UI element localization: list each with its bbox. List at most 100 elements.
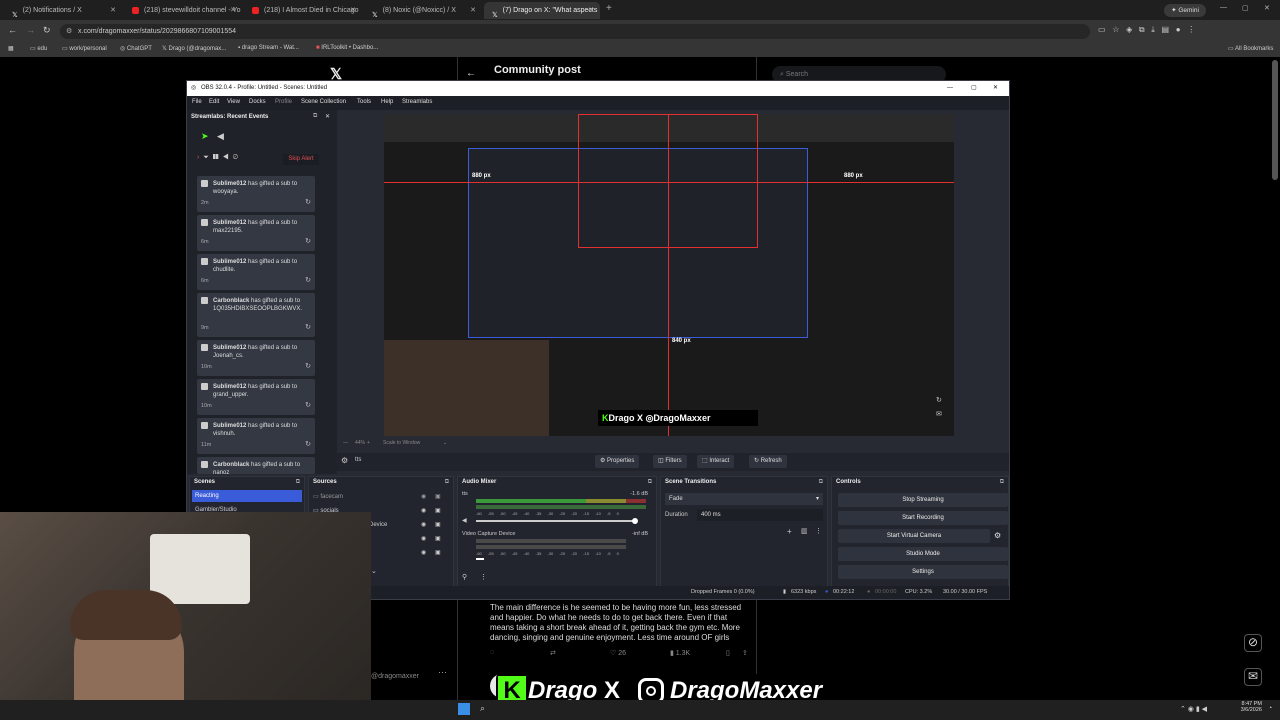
menu-view[interactable]: View <box>227 99 240 105</box>
star-icon[interactable]: ☆ <box>1112 25 1119 34</box>
start-virtual-camera-button[interactable]: Start Virtual Camera <box>838 529 990 543</box>
scale-mode-select[interactable]: Scale to Window <box>383 440 420 446</box>
more-icon[interactable]: ⋮ <box>815 527 822 535</box>
scene-item-selected[interactable]: Reacting <box>192 490 302 502</box>
add-icon[interactable]: + <box>787 527 792 536</box>
mute-icon[interactable]: ◀ <box>222 154 228 161</box>
interact-button[interactable]: ⬚ Interact <box>697 455 735 468</box>
menu-docks[interactable]: Docks <box>249 99 266 105</box>
all-bookmarks[interactable]: ▭ All Bookmarks <box>1228 45 1273 52</box>
mail-icon[interactable]: ✉ <box>936 410 942 418</box>
close-tab-icon[interactable]: ✕ <box>470 2 476 19</box>
browser-tab-active[interactable]: 𝕏(7) Drago on X: "What aspects ✕ <box>484 2 600 19</box>
refresh-icon[interactable]: ↻ <box>936 396 942 404</box>
send-icon[interactable]: ➤ <box>201 131 209 142</box>
bookmark-icon[interactable]: ▯ <box>726 649 730 657</box>
grok-icon[interactable]: ⊘ <box>1244 634 1262 652</box>
transition-select[interactable]: Fade ▾ <box>665 493 823 505</box>
eye-icon[interactable]: ◉ <box>421 548 426 559</box>
replay-icon[interactable]: ↻ <box>305 440 311 448</box>
more-icon[interactable]: ··· <box>438 667 447 677</box>
bookmark-link[interactable]: ▪ drago Stream - Wat... <box>238 45 299 51</box>
browser-tab[interactable]: 𝕏(2) Notifications / X ✕ <box>4 2 122 19</box>
speaker-icon[interactable]: ◀ <box>462 517 467 524</box>
close-tab-icon[interactable]: ✕ <box>588 2 594 19</box>
dock-float-icon[interactable]: ⧉ <box>296 479 300 486</box>
extension-icon[interactable]: ◈ <box>1126 25 1132 34</box>
dock-float-icon[interactable]: ⧉ <box>819 479 823 486</box>
bookmark-folder[interactable]: ▭ edu <box>30 45 47 52</box>
maximize-button[interactable]: ▢ <box>971 81 977 96</box>
lock-icon[interactable]: ▣ <box>435 534 441 545</box>
properties-button[interactable]: ⚙ Properties <box>595 455 640 468</box>
source-item[interactable]: ▭ facecam ◉ ▣ <box>313 492 447 503</box>
eye-icon[interactable]: ◉ <box>421 520 426 531</box>
volume-slider-handle[interactable] <box>632 518 638 524</box>
close-tab-icon[interactable]: ✕ <box>230 2 236 19</box>
zoom-level[interactable]: 44% <box>355 440 365 446</box>
apps-icon[interactable]: ▦ <box>8 45 14 52</box>
chevron-down-icon[interactable]: ⌄ <box>443 440 447 446</box>
minimize-button[interactable]: — <box>947 81 953 96</box>
block-icon[interactable]: ⊘ <box>233 154 238 161</box>
dock-float-icon[interactable]: ⧉ <box>445 479 449 486</box>
reply-icon[interactable]: ◌ <box>490 649 494 656</box>
gemini-button[interactable]: ✦ Gemini <box>1164 4 1206 17</box>
search-icon[interactable]: ⌕ <box>480 703 485 714</box>
eye-icon[interactable]: ◉ <box>421 492 426 503</box>
like-icon[interactable]: ♡ 26 <box>610 649 626 657</box>
replay-icon[interactable]: ↻ <box>305 323 311 331</box>
url-bar[interactable]: ⚙ x.com/dragomaxxer/status/20298668071090… <box>60 24 1090 39</box>
obs-preview[interactable]: 880 px 880 px 840 px KDrago X ◎DragoMaxx… <box>384 114 954 436</box>
browser-tab[interactable]: (218) I Almost Died in Chicago ✕ <box>244 2 362 19</box>
dock-close-icon[interactable]: ✕ <box>325 113 330 120</box>
replay-icon[interactable]: ↻ <box>305 276 311 284</box>
dock-float-icon[interactable]: ⧉ <box>313 113 317 120</box>
clock[interactable]: 8:47 PM 3/6/2026 <box>1236 701 1262 713</box>
more-icon[interactable]: ⋮ <box>480 573 487 581</box>
retweet-icon[interactable]: ⇄ <box>550 649 556 657</box>
site-info-icon[interactable]: ⚙ <box>66 24 72 39</box>
menu-icon[interactable]: ⋮ <box>1187 25 1195 34</box>
volume-slider[interactable] <box>476 520 636 522</box>
browser-tab[interactable]: 𝕏(8) Noxic (@Noxicc) / X ✕ <box>364 2 482 19</box>
menu-tools[interactable]: Tools <box>357 99 371 105</box>
sidebar-icon[interactable]: ▤ <box>1162 25 1170 34</box>
replay-icon[interactable]: ↻ <box>305 198 311 206</box>
browser-tab[interactable]: (218) stevewilldoit channel - Yo ✕ <box>124 2 242 19</box>
lock-icon[interactable]: ▣ <box>435 520 441 531</box>
share-icon[interactable]: ⇪ <box>742 649 748 657</box>
bookmark-folder[interactable]: ▭ work/personal <box>62 45 107 52</box>
link-icon[interactable]: ⚲ <box>462 573 467 581</box>
scrollbar[interactable] <box>1272 60 1278 180</box>
filters-button[interactable]: ◫ Filters <box>653 455 687 468</box>
puzzle-icon[interactable]: ⧉ <box>1139 25 1145 34</box>
menu-profile[interactable]: Profile <box>275 99 292 105</box>
forward-arrow-icon[interactable]: → <box>26 25 35 35</box>
volume-slider[interactable] <box>476 558 484 560</box>
skip-alert-button[interactable]: Skip Alert <box>283 154 319 165</box>
notification-icon[interactable]: ◔ <box>1268 705 1272 712</box>
bookmark-link[interactable]: ◎ ChatGPT <box>120 45 152 52</box>
windows-start-icon[interactable] <box>458 703 470 715</box>
gear-icon[interactable]: ⚙ <box>994 531 1001 540</box>
gear-icon[interactable]: ⚙ <box>341 456 348 465</box>
zoom-in-icon[interactable]: + <box>367 440 370 446</box>
stop-streaming-button[interactable]: Stop Streaming <box>838 493 1008 507</box>
dock-float-icon[interactable]: ⧉ <box>1000 479 1004 486</box>
zoom-out-icon[interactable]: — <box>343 440 348 446</box>
dock-float-icon[interactable]: ⧉ <box>648 479 652 486</box>
studio-mode-button[interactable]: Studio Mode <box>838 547 1008 561</box>
trash-icon[interactable]: ▥ <box>801 527 808 535</box>
download-icon[interactable]: ⤓ <box>1151 25 1155 34</box>
menu-streamlabs[interactable]: Streamlabs <box>402 99 432 105</box>
menu-edit[interactable]: Edit <box>209 99 219 105</box>
start-recording-button[interactable]: Start Recording <box>838 511 1008 525</box>
lock-icon[interactable]: ▣ <box>435 492 441 503</box>
lock-icon[interactable]: ▣ <box>435 548 441 559</box>
lock-icon[interactable]: ▣ <box>435 506 441 517</box>
bookmark-link[interactable]: 𝕏 Drago (@dragomax... <box>162 45 226 52</box>
close-tab-icon[interactable]: ✕ <box>110 2 116 19</box>
replay-icon[interactable]: ↻ <box>305 401 311 409</box>
maximize-button[interactable]: ▢ <box>1242 4 1249 12</box>
